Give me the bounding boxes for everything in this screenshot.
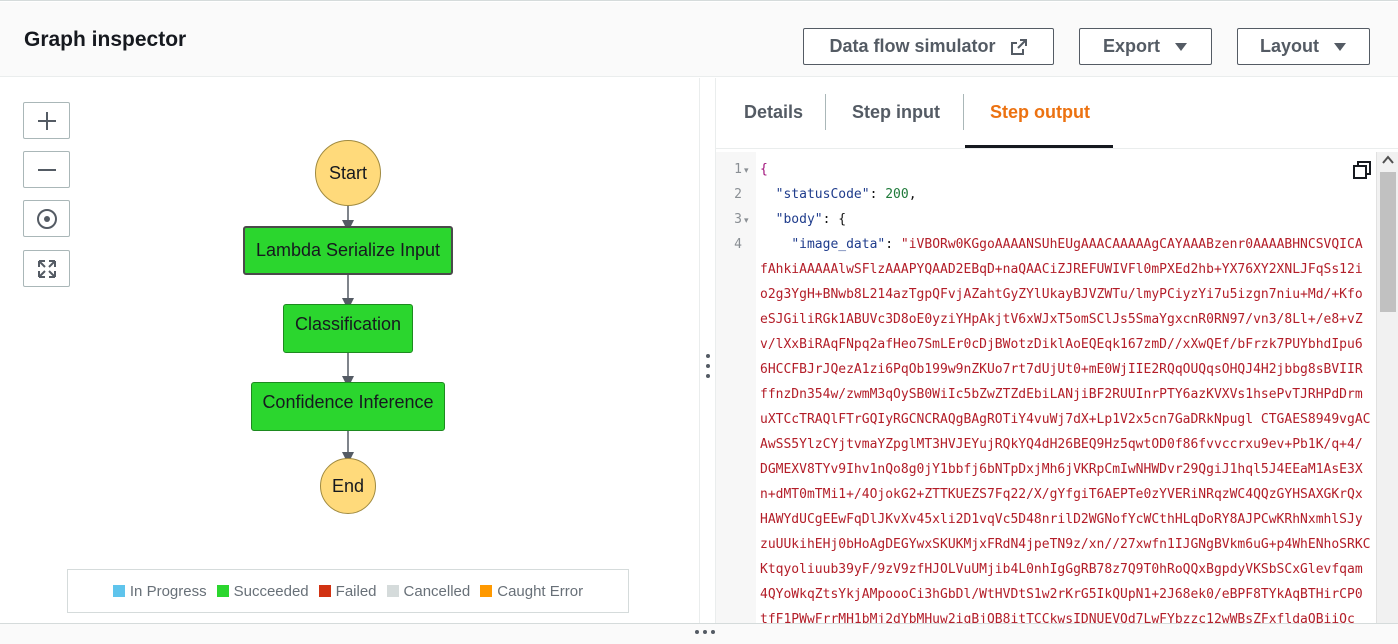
legend-item-caught-error: Caught Error <box>480 583 583 600</box>
status-legend: In Progress Succeeded Failed Cancelled C… <box>67 569 629 613</box>
json-string-wrap: fAhkiAAAAAlwSFlzAAAPYQAAD2EBqD+naQAACiZJ… <box>760 262 1363 277</box>
start-node-label: Start <box>328 162 367 183</box>
json-string-wrap: ffnzDn354w/zwmM3qOySB0WiIc5bZwZTZdEbiLAN… <box>760 387 1363 402</box>
copy-icon[interactable] <box>1352 160 1372 180</box>
tab-separator <box>963 94 964 130</box>
graph-pane: Start Lambda Serialize Input Classificat… <box>0 78 699 623</box>
tab-separator <box>825 94 826 130</box>
data-flow-simulator-button[interactable]: Data flow simulator <box>803 28 1054 65</box>
layout-label: Layout <box>1259 36 1319 56</box>
details-panel: Details Step input Step output 1 ▾ 2 3 ▾… <box>716 78 1398 623</box>
json-string-wrap: DGMEXV8TYv9Ihv1nQo8g0jY1bbfj6bNTpDxjMh6j… <box>760 462 1363 477</box>
legend-label: Caught Error <box>497 582 584 600</box>
json-string-wrap: zuUUkihEHj0bHoAgDEGYwxSKUKMjxFRdN4jpeTN9… <box>760 537 1371 552</box>
active-tab-indicator <box>965 145 1113 148</box>
layout-button[interactable]: Layout <box>1237 28 1370 65</box>
horizontal-drag-handle-icon[interactable] <box>695 630 715 634</box>
legend-swatch <box>480 585 493 597</box>
legend-item-in-progress: In Progress <box>112 582 207 600</box>
legend-swatch <box>216 585 229 597</box>
confidence-inference-node[interactable]: Confidence Inference <box>251 382 445 431</box>
export-label: Export <box>1102 36 1160 56</box>
tab-step-input[interactable]: Step input <box>852 102 940 123</box>
line-number: 4 <box>734 237 742 252</box>
line-number: 1 <box>734 162 742 177</box>
classification-node-label: Classification <box>294 314 402 334</box>
vertical-scrollbar[interactable] <box>1376 152 1398 623</box>
scroll-up-icon[interactable] <box>1382 155 1394 165</box>
json-key: "statusCode" <box>775 187 870 202</box>
json-string-wrap: 4QYoWkqZtsYkjAMpoooCi3hGbDl/WtHVDtS1w2rK… <box>760 587 1363 602</box>
end-node[interactable]: End <box>320 458 376 514</box>
legend-label: Failed <box>335 582 377 600</box>
fold-arrow-icon[interactable]: ▾ <box>744 215 749 226</box>
legend-item-failed: Failed <box>318 582 377 600</box>
classification-node[interactable]: Classification <box>283 304 413 353</box>
tab-details[interactable]: Details <box>744 102 803 123</box>
drag-handle-icon[interactable] <box>706 354 710 378</box>
json-string-wrap: 6HCCFBJrJQezA1zi6PqOb199w9nZKUo7rt7dUjUt… <box>760 362 1363 377</box>
code-content[interactable]: { "statusCode": 200, "body": { "image_da… <box>760 152 1376 623</box>
lambda-serialize-input-node[interactable]: Lambda Serialize Input <box>243 226 453 275</box>
start-node[interactable]: Start <box>315 140 381 206</box>
json-brace: { <box>760 162 768 177</box>
json-number: 200 <box>885 187 909 202</box>
scrollbar-thumb[interactable] <box>1380 172 1396 312</box>
header-bar: Graph inspector Data flow simulator Expo… <box>0 2 1398 77</box>
legend-swatch <box>318 585 331 597</box>
caret-down-icon <box>1334 42 1346 51</box>
line-number: 2 <box>734 187 742 202</box>
tab-step-output[interactable]: Step output <box>990 102 1090 123</box>
legend-label: In Progress <box>129 582 207 600</box>
json-brace: { <box>838 212 847 227</box>
json-string-wrap: uXTCcTRAQlFTrGQIyRGCNCRAQgBAgROTiY4vuWj7… <box>760 412 1371 427</box>
legend-swatch <box>112 585 125 597</box>
json-code-editor[interactable]: 1 ▾ 2 3 ▾ 4 { "statusCode": 200, "body":… <box>716 152 1398 623</box>
json-string-wrap: Ktqyoliuub39yF/9zV9zfHJOLVuUMjib4L0nhIgG… <box>760 562 1363 577</box>
json-string-wrap: o2g3YgH+BNwb8L214azTgpQFvjAZahtGyZYlUkay… <box>760 287 1363 302</box>
line-number-gutter: 1 ▾ 2 3 ▾ 4 <box>716 152 756 623</box>
caret-down-icon <box>1175 42 1187 51</box>
external-link-icon <box>1010 38 1027 55</box>
end-node-label: End <box>331 475 365 496</box>
json-string-wrap: n+dMT0mTMi1+/4OjokG2+ZTTKUEZS7Fq22/X/gYf… <box>760 487 1363 502</box>
json-string-wrap: v/lXxBiRAqFNpq2afHeo7SmLEr0cDjBWotzDiklA… <box>760 337 1363 352</box>
json-key: "body" <box>775 212 823 227</box>
legend-swatch <box>386 585 399 597</box>
lambda-node-label: Lambda Serialize Input <box>255 240 441 260</box>
json-key: "image_data" <box>791 237 886 252</box>
page-title: Graph inspector <box>24 28 187 51</box>
json-string-wrap: AwSS5YlzCYjtvmaYZpglMT3HVJEYujRQkYQ4dH26… <box>760 437 1363 452</box>
json-string-wrap: eSJGiliRGk1ABUVc3D8oE0yziYHpAkjtV6xWJxT5… <box>760 312 1363 327</box>
confidence-node-label: Confidence Inference <box>262 392 434 412</box>
json-string-wrap: HAWYdUCgEEwFqDlJKvXv45xli2D1vqVc5D48nril… <box>760 512 1363 527</box>
bottom-resize-bar[interactable] <box>0 623 1398 644</box>
export-button[interactable]: Export <box>1079 28 1212 65</box>
data-flow-simulator-label: Data flow simulator <box>829 36 996 56</box>
fold-arrow-icon[interactable]: ▾ <box>744 165 749 176</box>
legend-item-succeeded: Succeeded <box>216 582 309 600</box>
json-string-wrap: tfF1PWwFrrMH1bMj2dYbMHuw2iqBjQB8itTCCkws… <box>760 612 1355 623</box>
tab-bar: Details Step input Step output <box>716 78 1398 149</box>
pane-resize-divider[interactable] <box>699 78 716 623</box>
legend-label: Cancelled <box>403 582 471 600</box>
legend-item-cancelled: Cancelled <box>386 582 471 600</box>
line-number: 3 <box>734 212 742 227</box>
legend-label: Succeeded <box>233 582 309 600</box>
graph-inspector-window: Graph inspector Data flow simulator Expo… <box>0 0 1398 644</box>
json-string: "iVBORw0KGgoAAAANSUhEUgAAACAAAAAgCAYAAAB… <box>900 237 1363 252</box>
